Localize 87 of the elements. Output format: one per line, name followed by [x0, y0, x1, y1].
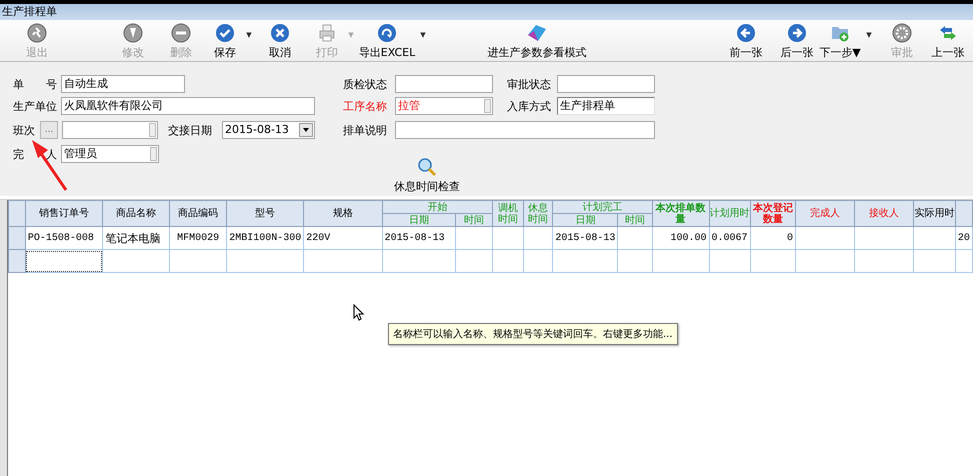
- toolbar-button[interactable]: 前一张: [726, 23, 766, 60]
- toolbar-button[interactable]: 下一步▼: [815, 23, 865, 60]
- combo-box[interactable]: 拉管: [395, 97, 493, 115]
- table-cell: [552, 250, 618, 272]
- table-cell: [456, 250, 493, 272]
- table-cell: [796, 226, 854, 250]
- input-field[interactable]: 生产排程单: [557, 97, 655, 115]
- table-cell: [709, 250, 750, 272]
- table-cell: [955, 250, 972, 272]
- table-cell: PO-1508-008: [25, 226, 103, 250]
- table-cell: [456, 226, 493, 250]
- combo-box[interactable]: [62, 121, 158, 139]
- field-label: 单 号: [13, 78, 57, 90]
- table-cell: [523, 250, 553, 272]
- check-button[interactable]: 休息时间检查: [394, 157, 460, 194]
- mouse-cursor-icon: [353, 304, 364, 321]
- field-label: 审批状态: [507, 78, 551, 90]
- field-label: 生产单位: [13, 100, 57, 112]
- toolbar-button[interactable]: 保存: [205, 23, 245, 60]
- toolbar-button[interactable]: 后一张: [779, 23, 815, 60]
- table-cell: 100.00: [652, 226, 710, 250]
- field-label: 排单说明: [343, 124, 387, 136]
- table-cell: 0: [750, 226, 796, 250]
- check-icon: [215, 23, 235, 43]
- table-cell: [854, 250, 914, 272]
- combo-box[interactable]: 管理员: [61, 145, 159, 163]
- flag-icon: [526, 23, 548, 43]
- running-figure-icon: [27, 23, 47, 43]
- table-cell: 0.0067: [709, 226, 750, 250]
- column-group-header: 开始: [382, 200, 493, 214]
- window-title: 生产排程单: [0, 4, 973, 20]
- field-label: 交接日期: [168, 122, 212, 138]
- table-cell: [618, 250, 652, 272]
- table-cell: 2015-08-13: [552, 226, 618, 250]
- table-cell: 20: [955, 226, 972, 250]
- table-cell: [914, 226, 956, 250]
- table-cell: [914, 250, 956, 272]
- field-label: 工序名称: [343, 100, 387, 112]
- column-header[interactable]: 本次登记数量: [750, 200, 796, 226]
- table-cell: [492, 250, 524, 272]
- input-field[interactable]: [557, 75, 655, 93]
- table-cell: 220V: [304, 226, 382, 250]
- table-cell: [169, 250, 227, 272]
- column-header[interactable]: 实际用时: [914, 200, 956, 226]
- field-label: 班次: [13, 124, 35, 136]
- table-cell: [854, 226, 914, 250]
- table-cell: [618, 226, 652, 250]
- table-cell: [523, 226, 553, 250]
- table-cell: [102, 250, 170, 272]
- table-cell: 2MBI100N-300: [226, 226, 304, 250]
- table-cell: [652, 250, 710, 272]
- input-field[interactable]: [395, 75, 493, 93]
- minus-icon: [171, 23, 191, 43]
- row-header[interactable]: [8, 226, 26, 250]
- gear-icon: [892, 23, 912, 43]
- tooltip: 名称栏可以输入名称、规格型号等关键词回车。右键更多功能...: [388, 323, 678, 345]
- table-cell: MFM0029: [169, 226, 227, 250]
- toolbar-button[interactable]: 导出EXCEL: [355, 23, 419, 60]
- toolbar-button[interactable]: 进生产参数参看模式: [482, 23, 592, 60]
- date-picker[interactable]: 2015-08-13: [222, 121, 315, 139]
- input-field[interactable]: 火凤凰软件有限公司: [61, 97, 315, 115]
- search-icon: [417, 157, 437, 177]
- column-header[interactable]: 完成人: [796, 200, 854, 226]
- swap-arrows-icon: [938, 23, 958, 43]
- column-header[interactable]: 规格: [304, 200, 382, 226]
- column-header[interactable]: 商品编码: [169, 200, 227, 226]
- column-header[interactable]: 商品名称: [102, 200, 170, 226]
- table-cell: 笔记本电脑: [102, 226, 170, 250]
- input-field[interactable]: [395, 121, 655, 139]
- column-header[interactable]: 型号: [226, 200, 304, 226]
- table-cell: [750, 250, 796, 272]
- field-label: 完 人: [13, 148, 57, 160]
- toolbar-button[interactable]: 取消: [260, 23, 300, 60]
- field-label: 入库方式: [507, 100, 551, 112]
- pen-icon: [123, 23, 143, 43]
- column-header[interactable]: 接收人: [854, 200, 914, 226]
- table-cell: 2015-08-13: [382, 226, 456, 250]
- close-icon: [270, 23, 290, 43]
- browse-button[interactable]: ...: [40, 121, 58, 139]
- input-field[interactable]: 自动生成: [61, 75, 185, 93]
- field-label: 质检状态: [343, 78, 387, 90]
- row-header[interactable]: [8, 250, 26, 272]
- column-header[interactable]: 销售订单号: [25, 200, 103, 226]
- table-cell: [492, 226, 524, 250]
- printer-icon: [317, 23, 337, 43]
- table-cell: [796, 250, 854, 272]
- toolbar-button[interactable]: 上一张: [930, 23, 966, 60]
